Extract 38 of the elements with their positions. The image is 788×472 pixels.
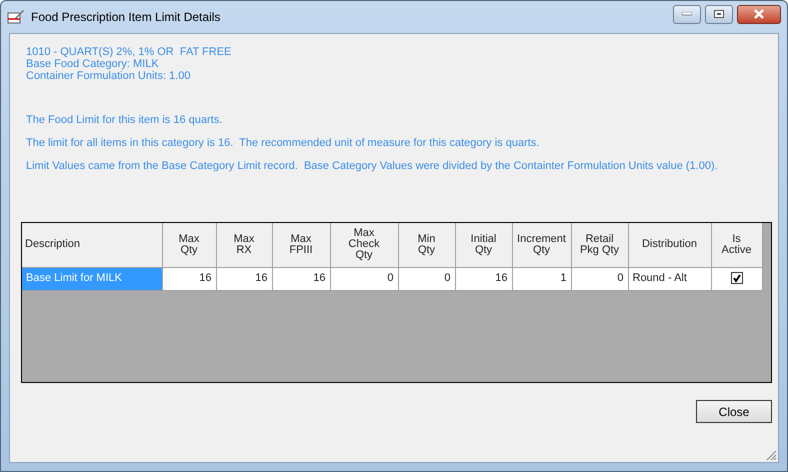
- column-header[interactable]: Is Active: [711, 223, 762, 267]
- maximize-button[interactable]: [705, 4, 733, 24]
- table-cell: 0: [571, 267, 628, 290]
- item-info-text: 1010 - QUART(S) 2%, 1% OR FAT FREE: [26, 46, 232, 58]
- column-header[interactable]: Max FPIII: [272, 223, 330, 267]
- column-header[interactable]: Max Qty: [162, 223, 216, 267]
- table-cell: 16: [455, 267, 512, 290]
- app-icon: [7, 9, 25, 25]
- table-cell: 16: [216, 267, 272, 290]
- checkbox[interactable]: [730, 272, 742, 284]
- column-header[interactable]: Increment Qty: [512, 223, 571, 267]
- table-cell: 16: [272, 267, 330, 290]
- table-cell: 0: [330, 267, 398, 290]
- limit-message: The limit for all items in this category is 16. The recommended unit of measure for this category is quarts.: [26, 137, 540, 149]
- minimize-button[interactable]: [673, 4, 701, 24]
- column-header[interactable]: Min Qty: [398, 223, 455, 267]
- column-header[interactable]: Max RX: [216, 223, 272, 267]
- column-header[interactable]: Description: [22, 223, 162, 267]
- limit-message: The Food Limit for this item is 16 quarts.: [26, 114, 222, 126]
- minimize-icon: [682, 12, 692, 16]
- close-button[interactable]: Close: [696, 400, 772, 423]
- resize-grip-icon[interactable]: [766, 450, 777, 461]
- column-header[interactable]: Max Check Qty: [330, 223, 398, 267]
- close-icon: [753, 9, 765, 19]
- window-title: Food Prescription Item Limit Details: [31, 9, 220, 26]
- maximize-icon: [714, 10, 724, 18]
- column-header[interactable]: Distribution: [628, 223, 711, 267]
- limit-message: Limit Values came from the Base Category Limit record. Base Category Values were divided by the Containter Formulation Units value (1.00).: [26, 160, 718, 172]
- table-cell: 0: [398, 267, 455, 290]
- column-header[interactable]: Retail Pkg Qty: [571, 223, 628, 267]
- column-header[interactable]: Initial Qty: [455, 223, 512, 267]
- item-info-text: Base Food Category: MILK: [26, 58, 159, 70]
- item-info-text: Container Formulation Units: 1.00: [26, 70, 190, 82]
- table-cell: Base Limit for MILK: [22, 267, 162, 290]
- table-cell: 1: [512, 267, 571, 290]
- close-button[interactable]: [737, 4, 781, 24]
- table-cell: 16: [162, 267, 216, 290]
- table-cell: Round - Alt: [628, 267, 711, 290]
